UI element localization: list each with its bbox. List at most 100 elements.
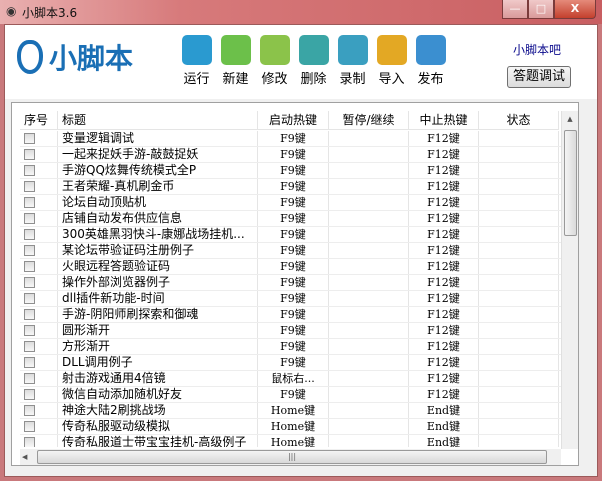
table-row[interactable]: 操作外部浏览器例子 F9键 F12键 — [20, 275, 561, 291]
table-row[interactable]: DLL调用例子 F9键 F12键 — [20, 355, 561, 371]
table-row[interactable]: 店铺自动发布供应信息 F9键 F12键 — [20, 211, 561, 227]
vertical-scrollbar[interactable]: ▲ — [561, 111, 578, 449]
main-window: 小脚本 运行 新建 修改 删除 录制 导入 发布 小脚本吧 答题调试 序号 标题 启动热键 暂停/… — [4, 24, 598, 477]
table-row[interactable]: 神途大陆2刷挑战场 Home键 End键 — [20, 403, 561, 419]
cell-stop: F12键 — [409, 259, 479, 274]
row-checkbox[interactable] — [24, 341, 35, 352]
row-checkbox[interactable] — [24, 325, 35, 336]
cell-stop: F12键 — [409, 291, 479, 306]
toolbar-label: 修改 — [261, 72, 288, 87]
cell-pause — [329, 211, 409, 226]
cell-title: 一起来捉妖手游-敲鼓捉妖 — [58, 147, 258, 162]
foot-logo-icon — [17, 40, 43, 74]
row-checkbox[interactable] — [24, 405, 35, 416]
cell-stop: End键 — [409, 419, 479, 434]
row-checkbox[interactable] — [24, 133, 35, 144]
toolbar-button-1[interactable]: 新建 — [216, 35, 255, 87]
table-row[interactable]: 手游QQ炫舞传统模式全P F9键 F12键 — [20, 163, 561, 179]
table-row[interactable]: 方形渐开 F9键 F12键 — [20, 339, 561, 355]
row-checkbox[interactable] — [24, 309, 35, 320]
cell-stop: F12键 — [409, 243, 479, 258]
table-row[interactable]: 圆形渐开 F9键 F12键 — [20, 323, 561, 339]
row-checkbox[interactable] — [24, 389, 35, 400]
close-button[interactable]: X — [554, 0, 596, 19]
cell-title: 论坛自动顶贴机 — [58, 195, 258, 210]
table-row[interactable]: 论坛自动顶贴机 F9键 F12键 — [20, 195, 561, 211]
forum-link[interactable]: 小脚本吧 — [513, 41, 561, 58]
column-header[interactable]: 暂停/继续 — [329, 111, 409, 129]
cell-status — [479, 195, 559, 210]
row-checkbox[interactable] — [24, 245, 35, 256]
toolbar-label: 导入 — [378, 72, 405, 87]
table-row[interactable]: 火眼远程答题验证码 F9键 F12键 — [20, 259, 561, 275]
horizontal-scroll-thumb[interactable]: ||| — [37, 450, 547, 464]
cell-status — [479, 291, 559, 306]
cell-title: 火眼远程答题验证码 — [58, 259, 258, 274]
row-checkbox[interactable] — [24, 197, 35, 208]
toolbar-button-6[interactable]: 发布 — [411, 35, 450, 87]
table-row[interactable]: 传奇私服驱动级模拟 Home键 End键 — [20, 419, 561, 435]
toolbar-button-2[interactable]: 修改 — [255, 35, 294, 87]
minimize-button[interactable]: — — [502, 0, 528, 19]
table-row[interactable]: 微信自动添加随机好友 F9键 F12键 — [20, 387, 561, 403]
row-checkbox[interactable] — [24, 165, 35, 176]
row-checkbox[interactable] — [24, 149, 35, 160]
title-bar: ◉ 小脚本3.6 — □ X — [0, 0, 602, 24]
logo: 小脚本 — [17, 37, 133, 77]
row-checkbox[interactable] — [24, 373, 35, 384]
cell-status — [479, 227, 559, 242]
cell-status — [479, 387, 559, 402]
table-row[interactable]: 王者荣耀-真机刷金币 F9键 F12键 — [20, 179, 561, 195]
column-header[interactable]: 标题 — [58, 111, 258, 129]
qa-debug-button[interactable]: 答题调试 — [507, 66, 571, 88]
table-row[interactable]: 300英雄黑羽快斗-康娜战场挂机... F9键 F12键 — [20, 227, 561, 243]
table-row[interactable]: 变量逻辑调试 F9键 F12键 — [20, 131, 561, 147]
row-checkbox[interactable] — [24, 213, 35, 224]
table-row[interactable]: 射击游戏通用4倍镜 鼠标右... F12键 — [20, 371, 561, 387]
cell-start: Home键 — [258, 419, 329, 434]
scroll-left-icon[interactable]: ◀ — [22, 449, 27, 465]
cell-start: Home键 — [258, 435, 329, 447]
row-checkbox[interactable] — [24, 357, 35, 368]
cell-start: F9键 — [258, 275, 329, 290]
cell-start: F9键 — [258, 339, 329, 354]
toolbar-button-0[interactable]: 运行 — [177, 35, 216, 87]
row-checkbox[interactable] — [24, 261, 35, 272]
toolbar-button-3[interactable]: 删除 — [294, 35, 333, 87]
row-checkbox[interactable] — [24, 229, 35, 240]
cell-title: 方形渐开 — [58, 339, 258, 354]
row-checkbox[interactable] — [24, 421, 35, 432]
toolbar-label: 删除 — [300, 72, 327, 87]
cell-status — [479, 179, 559, 194]
cell-start: 鼠标右... — [258, 371, 329, 386]
cell-stop: F12键 — [409, 211, 479, 226]
row-checkbox[interactable] — [24, 181, 35, 192]
cell-start: F9键 — [258, 243, 329, 258]
cell-start: F9键 — [258, 355, 329, 370]
toolbar-button-5[interactable]: 导入 — [372, 35, 411, 87]
row-checkbox[interactable] — [24, 437, 35, 447]
cell-status — [479, 307, 559, 322]
cell-title: dll插件新功能-时间 — [58, 291, 258, 306]
table-row[interactable]: 传奇私服道士带宝宝挂机-高级例子 Home键 End键 — [20, 435, 561, 447]
scroll-up-icon[interactable]: ▲ — [562, 111, 578, 127]
row-checkbox[interactable] — [24, 293, 35, 304]
table-row[interactable]: 手游-阴阳师刷探索和御魂 F9键 F12键 — [20, 307, 561, 323]
table-row[interactable]: dll插件新功能-时间 F9键 F12键 — [20, 291, 561, 307]
column-header[interactable]: 序号 — [20, 111, 58, 129]
edit-icon — [259, 35, 290, 65]
toolbar-button-4[interactable]: 录制 — [333, 35, 372, 87]
maximize-button[interactable]: □ — [528, 0, 554, 19]
vertical-scroll-thumb[interactable] — [564, 130, 577, 236]
column-header[interactable]: 中止热键 — [409, 111, 479, 129]
cell-stop: F12键 — [409, 179, 479, 194]
cell-title: 某论坛带验证码注册例子 — [58, 243, 258, 258]
horizontal-scrollbar[interactable]: ◀ ||| — [20, 449, 561, 465]
row-checkbox[interactable] — [24, 277, 35, 288]
column-header[interactable]: 启动热键 — [258, 111, 329, 129]
cell-stop: End键 — [409, 435, 479, 447]
table-row[interactable]: 一起来捉妖手游-敲鼓捉妖 F9键 F12键 — [20, 147, 561, 163]
column-header[interactable]: 状态 — [479, 111, 559, 129]
cell-stop: F12键 — [409, 323, 479, 338]
table-row[interactable]: 某论坛带验证码注册例子 F9键 F12键 — [20, 243, 561, 259]
